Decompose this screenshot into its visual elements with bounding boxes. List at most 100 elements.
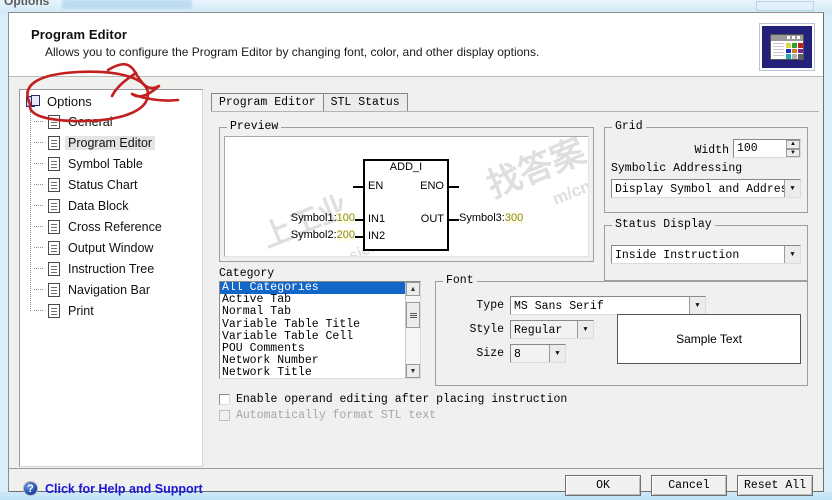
footer-button-row: OK Cancel Reset All	[565, 475, 813, 496]
category-items[interactable]: All Categories Active Tab Normal Tab Variab…	[220, 282, 405, 378]
page-icon	[48, 177, 60, 192]
ok-button[interactable]: OK	[565, 475, 641, 496]
grid-group-label: Grid	[612, 120, 646, 133]
options-tree-panel[interactable]: Options General Program Editor Symbol Tabl…	[19, 89, 203, 467]
font-size-value: 8	[514, 347, 521, 361]
sidebar-item-print[interactable]: Print	[34, 300, 202, 321]
ladder-instruction-block: ADD_I EN ENO IN1 IN2 OUT Symbol1:100 Sym…	[291, 159, 524, 251]
sidebar-item-label: Symbol Table	[68, 156, 143, 171]
reset-all-button[interactable]: Reset All	[737, 475, 813, 496]
sidebar-item-symbol-table[interactable]: Symbol Table	[34, 153, 202, 174]
page-icon	[48, 261, 60, 276]
sidebar-item-label: Program Editor	[65, 135, 156, 150]
pin-out-wire	[449, 219, 459, 221]
sidebar-item-navigation-bar[interactable]: Navigation Bar	[34, 279, 202, 300]
sidebar-item-cross-reference[interactable]: Cross Reference	[34, 216, 202, 237]
pin-out-label: OUT	[420, 213, 444, 225]
pin-in2-label: IN2	[368, 230, 386, 242]
pin-en-wire	[353, 186, 363, 188]
enable-operand-editing-label: Enable operand editing after placing ins…	[236, 393, 568, 406]
category-listbox[interactable]: All Categories Active Tab Normal Tab Variab…	[219, 281, 421, 379]
sidebar-item-instruction-tree[interactable]: Instruction Tree	[34, 258, 202, 279]
symbolic-addressing-value: Display Symbol and Address	[615, 182, 784, 196]
font-style-value: Regular	[514, 323, 563, 337]
font-sample-text: Sample Text	[676, 332, 742, 346]
preview-group-label: Preview	[227, 120, 282, 133]
sidebar-item-label: Navigation Bar	[68, 282, 150, 297]
parent-window-control-button[interactable]	[756, 1, 814, 11]
grid-group: Grid Width 100 ▲ ▼ Symbolic Addressing D…	[604, 120, 808, 213]
preview-group: Preview 找答案 m/cn 上工业 siemens.co ADD_I EN…	[219, 120, 594, 262]
scroll-down-icon[interactable]: ▼	[406, 364, 420, 378]
help-link-label: Click for Help and Support	[45, 481, 203, 496]
font-style-row: Style Regular ▼	[464, 320, 594, 339]
status-display-group-label: Status Display	[612, 218, 715, 231]
category-list-item[interactable]: Network Title	[220, 367, 405, 378]
sidebar-item-general[interactable]: General	[34, 111, 202, 132]
operand-in1: Symbol1:100	[290, 212, 355, 224]
sidebar-item-label: Cross Reference	[68, 219, 162, 234]
parent-window-blurred-toolbar	[62, 0, 192, 9]
chevron-down-icon[interactable]: ▼	[577, 321, 593, 338]
enable-operand-editing-checkbox[interactable]	[219, 394, 230, 405]
status-display-value: Inside Instruction	[615, 248, 740, 262]
auto-format-stl-checkbox	[219, 410, 230, 421]
sidebar-item-program-editor[interactable]: Program Editor	[34, 132, 202, 153]
font-style-label: Style	[469, 323, 504, 336]
sidebar-item-status-chart[interactable]: Status Chart	[34, 174, 202, 195]
operand-out: Symbol3:300	[459, 212, 524, 224]
sidebar-item-label: Output Window	[68, 240, 154, 255]
pin-en-label: EN	[368, 180, 384, 192]
page-icon	[48, 303, 60, 318]
symbolic-addressing-label: Symbolic Addressing	[611, 162, 743, 175]
page-icon	[48, 219, 60, 234]
ladder-block-name: ADD_I	[389, 161, 423, 173]
cancel-button[interactable]: Cancel	[651, 475, 727, 496]
category-list-item[interactable]: Variable Table Title	[220, 318, 405, 331]
sidebar-item-data-block[interactable]: Data Block	[34, 195, 202, 216]
tree-root-label: Options	[47, 94, 92, 109]
enable-operand-editing-checkbox-row[interactable]: Enable operand editing after placing ins…	[219, 393, 567, 406]
page-icon	[48, 114, 60, 129]
tab-stl-status[interactable]: STL Status	[322, 93, 408, 112]
scrollbar-track[interactable]	[406, 296, 420, 364]
sidebar-item-output-window[interactable]: Output Window	[34, 237, 202, 258]
status-display-select[interactable]: Inside Instruction ▼	[611, 245, 801, 264]
watermark-text: m/cn	[550, 176, 589, 209]
tree-children: General Program Editor Symbol Table Status …	[20, 111, 202, 321]
footer-separator	[9, 468, 823, 469]
tree-root-options[interactable]: Options	[20, 90, 202, 111]
font-style-select[interactable]: Regular ▼	[510, 320, 594, 339]
spin-down-icon[interactable]: ▼	[786, 148, 800, 157]
font-type-label: Type	[476, 299, 504, 312]
help-and-support-link[interactable]: ? Click for Help and Support	[23, 481, 203, 496]
font-type-select[interactable]: MS Sans Serif ▼	[510, 296, 706, 315]
tab-program-editor[interactable]: Program Editor	[211, 93, 324, 112]
font-sample-preview: Sample Text	[617, 314, 801, 364]
category-scrollbar[interactable]: ▲ ▼	[405, 282, 420, 378]
settings-content-area: Program Editor STL Status Preview 找答案 m/…	[207, 85, 823, 459]
display-options-icon	[759, 23, 815, 71]
page-title: Program Editor	[31, 27, 128, 42]
page-icon	[48, 240, 60, 255]
options-dialog: Program Editor Allows you to configure t…	[8, 12, 824, 496]
grid-width-value[interactable]: 100	[734, 140, 786, 157]
symbolic-addressing-select[interactable]: Display Symbol and Address ▼	[611, 179, 801, 198]
font-size-select[interactable]: 8 ▼	[510, 344, 566, 363]
scrollbar-thumb[interactable]	[406, 302, 420, 328]
scroll-up-icon[interactable]: ▲	[406, 282, 420, 296]
spin-up-icon[interactable]: ▲	[786, 140, 800, 149]
chevron-down-icon[interactable]: ▼	[689, 297, 705, 314]
chevron-down-icon[interactable]: ▼	[784, 180, 800, 197]
font-group-label: Font	[443, 274, 477, 287]
auto-format-stl-checkbox-row: Automatically format STL text	[219, 409, 436, 422]
sidebar-item-label: General	[68, 114, 113, 129]
grid-width-spin-buttons[interactable]: ▲ ▼	[786, 140, 800, 157]
category-list-item[interactable]: Normal Tab	[220, 306, 405, 318]
chevron-down-icon[interactable]: ▼	[784, 246, 800, 263]
chevron-down-icon[interactable]: ▼	[549, 345, 565, 362]
dialog-header: Program Editor Allows you to configure t…	[9, 13, 823, 77]
grid-width-stepper[interactable]: 100 ▲ ▼	[733, 139, 801, 158]
watermark-text: 找答案	[481, 136, 589, 206]
category-label: Category	[219, 267, 275, 280]
